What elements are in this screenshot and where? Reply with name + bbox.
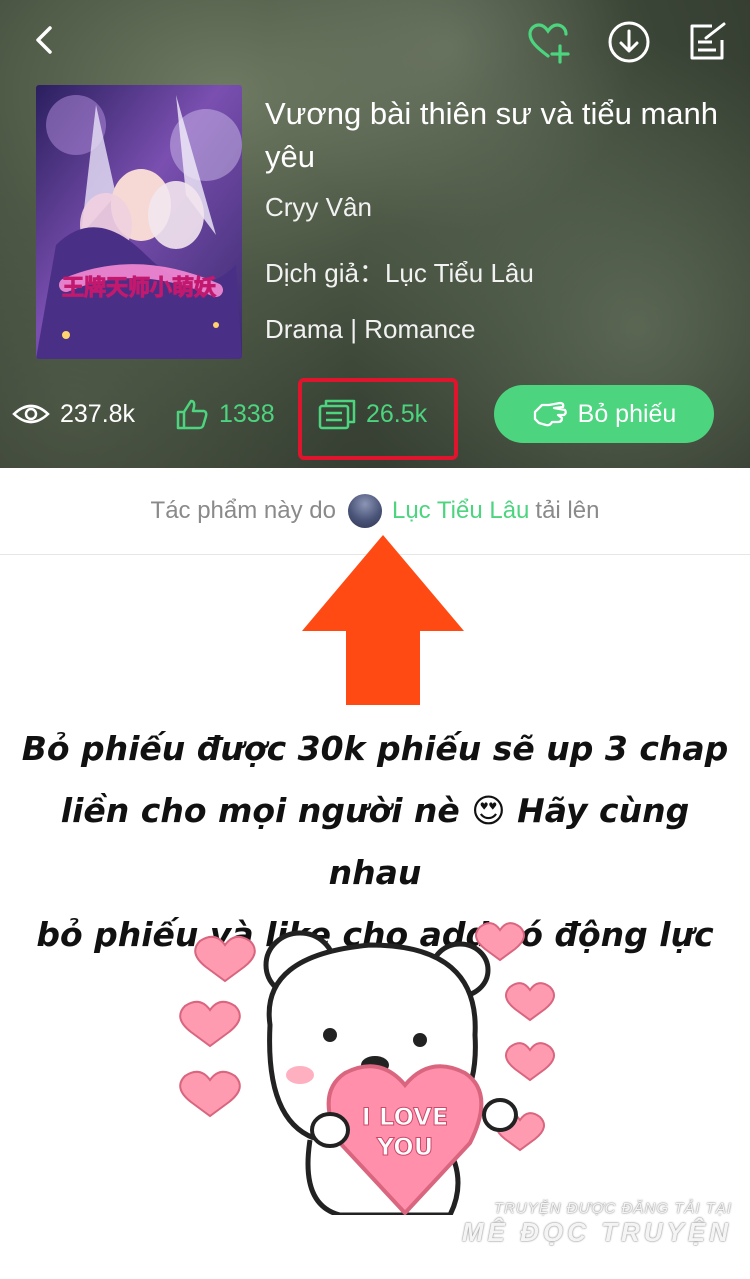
translator-label: Dịch giả： [265,258,385,288]
book-author[interactable]: Cryy Vân [265,192,372,223]
book-genre: Drama | Romance [265,314,476,344]
views-stat: 237.8k [12,396,135,432]
book-header: 王牌天师小萌妖 Vương bài thiên sư và tiểu manh … [0,0,750,468]
up-arrow-icon [302,535,464,705]
watermark-line: TRUYỆN ĐƯỢC ĐĂNG TẢI TẠI [493,1200,732,1217]
watermark-line: MÊ ĐỌC TRUYỆN [461,1217,732,1247]
uploader-prefix: Tác phẩm này do [150,497,336,524]
vote-button-label: Bỏ phiếu [577,399,677,428]
bear-love-sticker: I LOVE YOU [179,922,555,1215]
heart-plus-icon [528,23,570,64]
chevron-left-icon [36,26,52,54]
watermark: TRUYỆN ĐƯỢC ĐĂNG TẢI TẠI MÊ ĐỌC TRUYỆN [462,1200,732,1248]
heart-text: YOU [376,1133,433,1161]
download-icon [608,21,650,63]
add-favorite-button[interactable] [526,20,572,64]
edit-button[interactable] [686,20,732,64]
vote-button[interactable]: Bỏ phiếu [494,385,714,443]
uploader-name[interactable]: Lục Tiểu Lâu [392,497,529,525]
translator-name[interactable]: Lục Tiểu Lâu [385,258,534,288]
cover-title-text: 王牌天师小萌妖 [62,275,216,301]
views-count: 237.8k [60,399,136,428]
message-line: liền cho mọi người nè 😍 Hãy cùng nhau [60,791,690,892]
edit-icon [690,22,726,60]
cover-image: 王牌天师小萌妖 [36,85,242,359]
book-translator: Dịch giả：Lục Tiểu Lâu [265,253,534,290]
hand-vote-icon [533,401,567,427]
uploader-avatar[interactable] [347,494,382,528]
download-button[interactable] [606,20,652,64]
eye-icon [12,404,50,424]
back-button[interactable] [28,20,64,60]
book-title: Vương bài thiên sư và tiểu manh yêu [265,96,719,174]
likes-count: 1338 [219,399,275,428]
heart-text: I LOVE [362,1103,448,1131]
votes-highlight-box [298,378,458,460]
thumbs-up-icon [176,399,208,430]
uploader-suffix: tải lên [535,497,600,524]
likes-stat[interactable]: 1338 [175,396,275,432]
book-cover[interactable]: 王牌天师小萌妖 [36,85,242,359]
message-line: Bỏ phiếu được 30k phiếu sẽ up 3 chap [21,729,729,768]
